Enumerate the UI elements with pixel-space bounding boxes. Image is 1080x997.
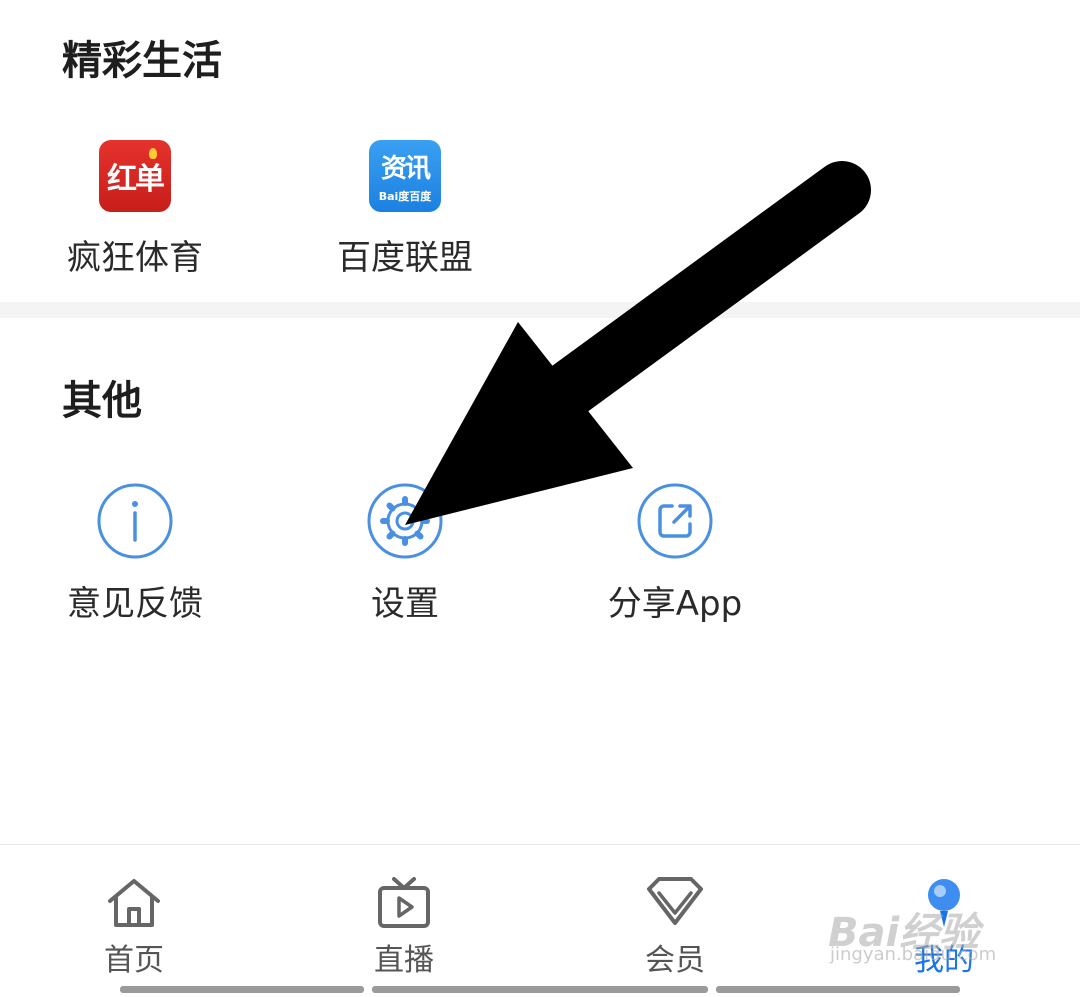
home-indicator-right <box>716 986 960 993</box>
diamond-icon <box>647 877 703 925</box>
tab-live[interactable]: 直播 <box>334 875 474 979</box>
home-icon <box>108 879 160 927</box>
home-indicator-middle <box>372 986 708 993</box>
home-indicator-left <box>120 986 364 993</box>
watermark-url: jingyan.baidu.com <box>830 944 997 965</box>
tab-member[interactable]: 会员 <box>605 875 745 979</box>
tv-play-icon <box>378 877 430 928</box>
tab-home[interactable]: 首页 <box>64 875 204 979</box>
